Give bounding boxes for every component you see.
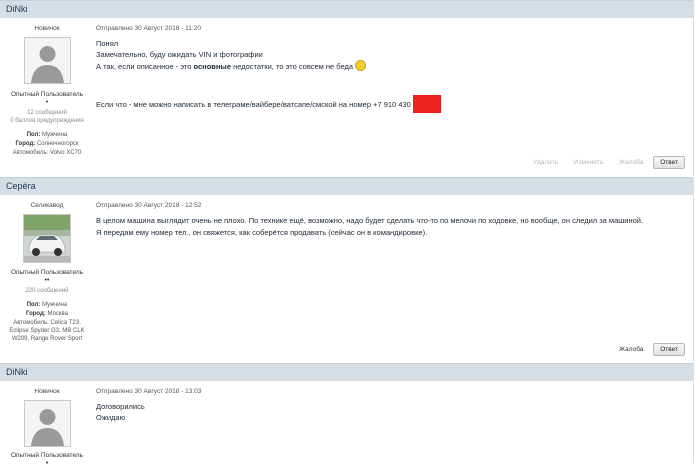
reputation-pips: •	[45, 460, 49, 467]
post-actions: Удалить Изменить Жалоба Ответ	[519, 156, 685, 169]
reply-button[interactable]: Ответ	[653, 156, 685, 169]
delete-button[interactable]: Удалить	[533, 159, 558, 166]
profile-field-city: Город: Москва	[26, 311, 68, 317]
profile-field-city: Город: Солнечногорск	[15, 141, 79, 147]
post-text: Понял Замечательно, буду ожидать VIN и ф…	[96, 38, 687, 113]
text-line: Понял	[96, 39, 119, 48]
reply-button[interactable]: Ответ	[653, 343, 685, 356]
post-1: DiNki Новичок Опытный Пользователь • 12 …	[0, 0, 694, 176]
author-panel: Селикавод Опытный Пользователь •• 220 со…	[0, 195, 94, 343]
author-group: Опытный Пользователь	[10, 91, 84, 98]
text-line: А так, если описанное - это основные нед…	[96, 60, 687, 72]
post-header: DiNki	[0, 363, 693, 381]
text-line-phone: Если что - мне можно написать в телеграм…	[96, 95, 687, 113]
default-avatar-icon	[24, 38, 70, 83]
text-line: Договорились	[96, 402, 145, 411]
post-3: DiNki Новичок Опытный Пользователь • Отп…	[0, 363, 694, 467]
post-count: 12 сообщений	[27, 110, 67, 116]
post-date: Отправлено 30 Август 2018 - 12:52	[96, 202, 202, 209]
post-date: Отправлено 30 Август 2018 - 13:03	[96, 388, 202, 395]
post-header: DiNki	[0, 0, 693, 18]
profile-field-gender: Пол: Мужчина	[26, 132, 68, 138]
avatar[interactable]	[23, 400, 71, 447]
post-body: Новичок Опытный Пользователь • Отправлен…	[0, 381, 693, 467]
redacted-block	[412, 95, 441, 113]
avatar[interactable]	[23, 214, 71, 263]
post-count: 220 сообщений	[25, 288, 69, 294]
profile-field-car: Автомобиль: Volvo XC70	[12, 150, 82, 156]
report-button[interactable]: Жалоба	[619, 159, 643, 166]
warning-points: 0 баллов предупреждения	[10, 118, 84, 124]
post-text: Договорились Ожидаю	[96, 401, 687, 423]
profile-field-car: Автомобиль: Celica T23, Eclipse Spyder G…	[9, 320, 85, 342]
post-actions: Жалоба Ответ	[605, 343, 685, 356]
post-content: Отправлено 30 Август 2018 - 11:20 Понял …	[96, 18, 687, 113]
reputation-pips: •	[45, 99, 49, 106]
text-line: В целом машина выглядит очень не плохо. …	[96, 216, 644, 225]
author-panel: Новичок Опытный Пользователь • 12 сообще…	[0, 18, 94, 157]
author-rank: Селикавод	[30, 202, 64, 209]
reputation-pips: ••	[44, 277, 50, 284]
post-content: Отправлено 30 Август 2018 - 13:03 Догово…	[96, 381, 687, 423]
post-2: Серёга Селикавод Опытный Пользователь ••…	[0, 177, 694, 362]
post-header: Серёга	[0, 177, 693, 195]
author-group: Опытный Пользователь	[10, 269, 84, 276]
post-body: Селикавод Опытный Пользователь •• 220 со…	[0, 195, 693, 362]
author-name-link[interactable]: DiNki	[6, 4, 28, 14]
default-avatar-icon	[24, 401, 70, 446]
car-photo-avatar-icon	[24, 215, 70, 262]
author-rank: Новичок	[34, 388, 60, 395]
author-group: Опытный Пользователь	[10, 452, 84, 459]
post-body: Новичок Опытный Пользователь • 12 сообще…	[0, 18, 693, 176]
author-rank: Новичок	[34, 25, 60, 32]
text-line: Я передам ему номер тел., он свяжется, к…	[96, 228, 428, 237]
author-panel: Новичок Опытный Пользователь •	[0, 381, 94, 468]
edit-button[interactable]: Изменить	[574, 159, 603, 166]
report-button[interactable]: Жалоба	[619, 346, 643, 353]
worried-smiley-icon	[355, 60, 367, 71]
author-name-link[interactable]: DiNki	[6, 367, 28, 377]
profile-field-gender: Пол: Мужчина	[26, 302, 68, 308]
text-line: Замечательно, буду ожидать VIN и фотогра…	[96, 50, 263, 59]
post-date: Отправлено 30 Август 2018 - 11:20	[96, 25, 201, 32]
author-name-link[interactable]: Серёга	[6, 181, 36, 191]
avatar[interactable]	[23, 37, 71, 84]
text-line: Ожидаю	[96, 413, 126, 422]
post-content: Отправлено 30 Август 2018 - 12:52 В цело…	[96, 195, 687, 238]
post-text: В целом машина выглядит очень не плохо. …	[96, 215, 687, 238]
